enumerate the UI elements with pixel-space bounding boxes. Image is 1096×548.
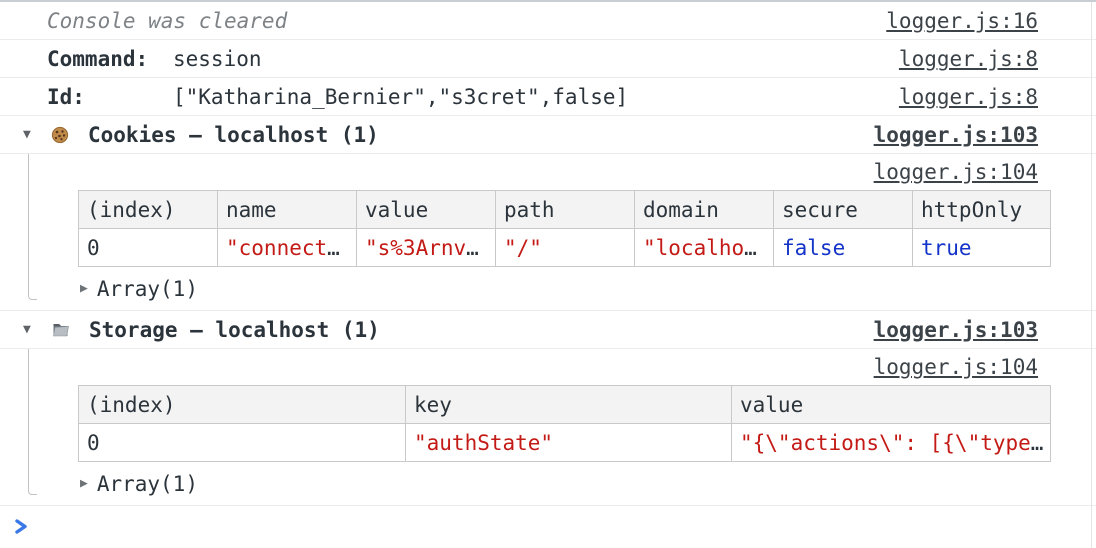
devtools-console: Console was cleared logger.js:16 Command… bbox=[0, 0, 1096, 548]
col-name[interactable]: name bbox=[218, 191, 357, 229]
cookies-group-title: Cookies – localhost (1) bbox=[88, 123, 379, 147]
cookies-array-label: Array(1) bbox=[97, 277, 198, 301]
cookie-icon bbox=[51, 126, 69, 144]
cookies-table-row: 0 "connect… "s%3Arnv… "/" "localho… fals… bbox=[79, 229, 1051, 267]
cookies-table-source-row: logger.js:104 bbox=[0, 154, 1096, 190]
right-edge-divider bbox=[1091, 2, 1092, 548]
command-label: Command: bbox=[47, 47, 173, 71]
command-value: session bbox=[173, 47, 262, 71]
cell-path: "/" bbox=[496, 229, 635, 267]
cell-value: "{\"actions\": [{\"type… bbox=[732, 424, 1051, 462]
source-link-id[interactable]: logger.js:8 bbox=[899, 85, 1038, 109]
prompt-chevron-icon bbox=[13, 518, 30, 535]
folder-icon bbox=[51, 321, 70, 338]
cell-value: "s%3Arnv… bbox=[357, 229, 496, 267]
cell-key: "authState" bbox=[406, 424, 732, 462]
col-index[interactable]: (index) bbox=[79, 386, 406, 424]
id-label: Id: bbox=[47, 85, 173, 109]
col-secure[interactable]: secure bbox=[774, 191, 913, 229]
source-link-command[interactable]: logger.js:8 bbox=[899, 47, 1038, 71]
expand-arrow-icon[interactable]: ▶ bbox=[80, 476, 88, 491]
storage-table-header-row: (index) key value bbox=[79, 386, 1051, 424]
col-index[interactable]: (index) bbox=[79, 191, 218, 229]
storage-table-row: 0 "authState" "{\"actions\": [{\"type… bbox=[79, 424, 1051, 462]
cell-httponly: true bbox=[913, 229, 1051, 267]
storage-group-header[interactable]: ▼ Storage – localhost (1) logger.js:103 bbox=[0, 311, 1096, 349]
console-message-cleared: Console was cleared logger.js:16 bbox=[0, 2, 1096, 40]
col-key[interactable]: key bbox=[406, 386, 732, 424]
cell-name: "connect… bbox=[218, 229, 357, 267]
storage-table-source-row: logger.js:104 bbox=[0, 349, 1096, 385]
cookies-table: (index) name value path domain secure ht… bbox=[78, 190, 1051, 267]
id-value: ["Katharina_Bernier","s3cret",false] bbox=[173, 85, 628, 109]
console-message-id: Id: ["Katharina_Bernier","s3cret",false]… bbox=[0, 78, 1096, 116]
storage-group-body: logger.js:104 (index) key value 0 "authS… bbox=[0, 349, 1096, 506]
console-message-command: Command: session logger.js:8 bbox=[0, 40, 1096, 78]
cell-domain: "localho… bbox=[635, 229, 774, 267]
cell-secure: false bbox=[774, 229, 913, 267]
source-link-cookies-table[interactable]: logger.js:104 bbox=[874, 160, 1038, 184]
col-httponly[interactable]: httpOnly bbox=[913, 191, 1051, 229]
console-prompt[interactable] bbox=[0, 506, 1096, 546]
storage-array-label: Array(1) bbox=[97, 472, 198, 496]
collapse-arrow-icon[interactable]: ▼ bbox=[23, 322, 39, 337]
col-domain[interactable]: domain bbox=[635, 191, 774, 229]
source-link-cleared[interactable]: logger.js:16 bbox=[886, 9, 1038, 33]
source-link-cookies-group[interactable]: logger.js:103 bbox=[874, 123, 1038, 147]
cookies-group-body: logger.js:104 (index) name value path do… bbox=[0, 154, 1096, 311]
source-link-storage-group[interactable]: logger.js:103 bbox=[874, 318, 1038, 342]
storage-group-title: Storage – localhost (1) bbox=[89, 318, 380, 342]
source-link-storage-table[interactable]: logger.js:104 bbox=[874, 355, 1038, 379]
col-path[interactable]: path bbox=[496, 191, 635, 229]
cookies-array-row[interactable]: ▶ Array(1) bbox=[0, 267, 1096, 310]
collapse-arrow-icon[interactable]: ▼ bbox=[23, 127, 39, 142]
expand-arrow-icon[interactable]: ▶ bbox=[80, 281, 88, 296]
col-value[interactable]: value bbox=[732, 386, 1051, 424]
cookies-group-header[interactable]: ▼ Cookies – localhost (1) logger.js:103 bbox=[0, 116, 1096, 154]
cell-index: 0 bbox=[79, 424, 406, 462]
cleared-text: Console was cleared bbox=[47, 9, 287, 33]
cookies-table-header-row: (index) name value path domain secure ht… bbox=[79, 191, 1051, 229]
col-value[interactable]: value bbox=[357, 191, 496, 229]
storage-table: (index) key value 0 "authState" "{\"acti… bbox=[78, 385, 1051, 462]
cell-index: 0 bbox=[79, 229, 218, 267]
storage-array-row[interactable]: ▶ Array(1) bbox=[0, 462, 1096, 505]
